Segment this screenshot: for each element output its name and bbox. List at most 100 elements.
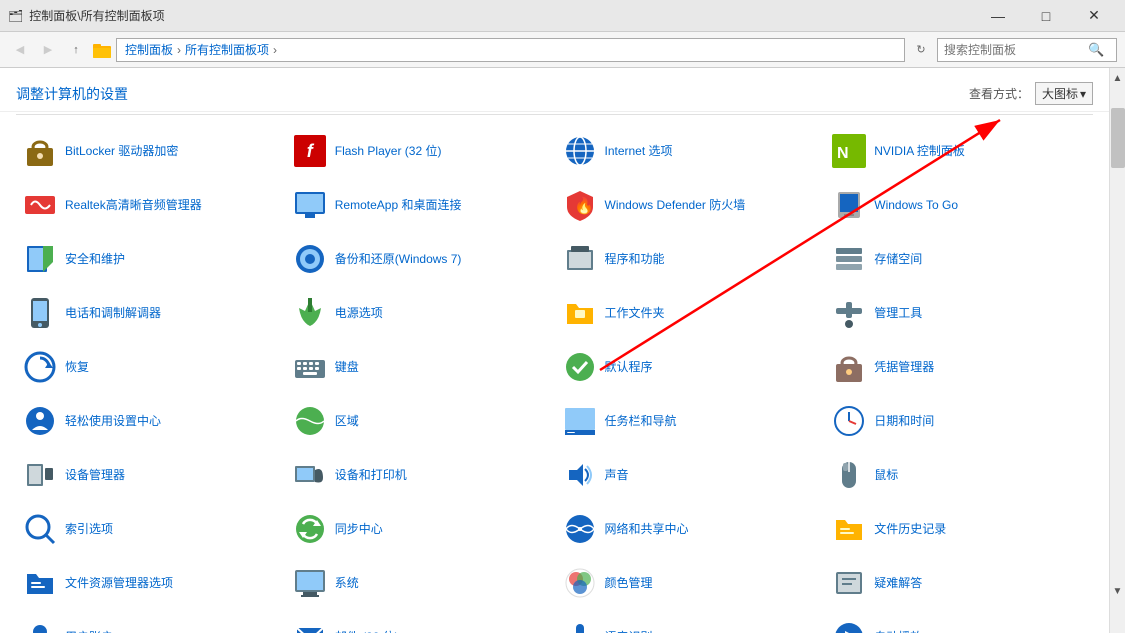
speech-label: 语音识别	[605, 629, 653, 633]
title-bar: 🗂 控制面板\所有控制面板项 — □ ✕	[0, 0, 1125, 32]
back-button[interactable]: ◀	[8, 38, 32, 62]
control-item-remoteapp[interactable]: RemoteApp 和桌面连接	[286, 179, 554, 231]
close-button[interactable]: ✕	[1071, 0, 1117, 32]
sync-icon	[293, 512, 327, 546]
control-item-defaults[interactable]: 默认程序	[556, 341, 824, 393]
datetime-label: 日期和时间	[874, 413, 934, 430]
control-item-useraccount[interactable]: 用户账户	[16, 611, 284, 633]
control-item-mouse[interactable]: 鼠标	[825, 449, 1093, 501]
nvidia-icon: N	[832, 134, 866, 168]
control-item-taskbar[interactable]: 任务栏和导航	[556, 395, 824, 447]
up-button[interactable]: ↑	[64, 38, 88, 62]
maximize-button[interactable]: □	[1023, 0, 1069, 32]
control-item-power[interactable]: 电源选项	[286, 287, 554, 339]
remoteapp-icon	[293, 188, 327, 222]
storage-label: 存储空间	[874, 251, 922, 268]
control-item-autoplay[interactable]: 自动播放	[825, 611, 1093, 633]
minimize-button[interactable]: —	[975, 0, 1021, 32]
sound-label: 声音	[605, 467, 629, 484]
control-item-storage[interactable]: 存储空间	[825, 233, 1093, 285]
search-input[interactable]	[944, 43, 1084, 57]
recovery-label: 恢复	[65, 359, 89, 376]
content-area: 调整计算机的设置 查看方式： 大图标 ▾ BitLocker 驱动器加密fFla…	[0, 68, 1109, 633]
defaults-icon	[563, 350, 597, 384]
phone-label: 电话和调制解调器	[65, 305, 161, 322]
scroll-thumb[interactable]	[1111, 108, 1125, 168]
color-label: 颜色管理	[605, 575, 653, 592]
control-item-filemanager[interactable]: 文件资源管理器选项	[16, 557, 284, 609]
path-separator-2: ›	[273, 43, 277, 57]
toolbar-divider	[16, 114, 1093, 115]
control-item-realtek[interactable]: Realtek高清晰音频管理器	[16, 179, 284, 231]
scrollbar[interactable]: ▲ ▼	[1109, 68, 1125, 633]
refresh-button[interactable]: ↻	[909, 38, 933, 62]
filehistory-label: 文件历史记录	[874, 521, 946, 538]
mouse-icon	[832, 458, 866, 492]
device-icon	[23, 458, 57, 492]
page-title: 调整计算机的设置	[16, 84, 128, 104]
region-label: 区域	[335, 413, 359, 430]
address-path[interactable]: 控制面板 › 所有控制面板项 ›	[116, 38, 905, 62]
realtek-label: Realtek高清晰音频管理器	[65, 197, 202, 214]
system-icon	[293, 566, 327, 600]
control-item-network[interactable]: 网络和共享中心	[556, 503, 824, 555]
control-item-credentials[interactable]: 凭据管理器	[825, 341, 1093, 393]
control-item-bitlocker[interactable]: BitLocker 驱动器加密	[16, 125, 284, 177]
forward-button[interactable]: ▶	[36, 38, 60, 62]
power-label: 电源选项	[335, 305, 383, 322]
svg-text:🔥: 🔥	[574, 196, 594, 215]
view-mode-arrow: ▾	[1080, 87, 1086, 101]
control-item-index[interactable]: 索引选项	[16, 503, 284, 555]
control-item-speech[interactable]: 语音识别	[556, 611, 824, 633]
control-item-workfolders[interactable]: 工作文件夹	[556, 287, 824, 339]
control-item-sound[interactable]: 声音	[556, 449, 824, 501]
window-icon: 🗂	[8, 9, 23, 23]
control-item-internet[interactable]: Internet 选项	[556, 125, 824, 177]
control-item-troubleshoot[interactable]: 疑难解答	[825, 557, 1093, 609]
address-bar: ◀ ▶ ↑ 控制面板 › 所有控制面板项 › ↻ 🔍	[0, 32, 1125, 68]
ease-label: 轻松使用设置中心	[65, 413, 161, 430]
sound-icon	[563, 458, 597, 492]
security-icon	[23, 242, 57, 276]
scroll-down-button[interactable]: ▼	[1110, 581, 1125, 601]
control-item-region[interactable]: 区域	[286, 395, 554, 447]
control-item-defender[interactable]: 🔥Windows Defender 防火墙	[556, 179, 824, 231]
control-item-system[interactable]: 系统	[286, 557, 554, 609]
control-item-ease[interactable]: 轻松使用设置中心	[16, 395, 284, 447]
autoplay-icon	[832, 620, 866, 633]
control-item-datetime[interactable]: 日期和时间	[825, 395, 1093, 447]
control-item-mail[interactable]: 邮件 (32 位)	[286, 611, 554, 633]
control-item-flash[interactable]: fFlash Player (32 位)	[286, 125, 554, 177]
control-item-backup[interactable]: 备份和还原(Windows 7)	[286, 233, 554, 285]
useraccount-icon	[23, 620, 57, 633]
path-separator-1: ›	[177, 43, 181, 57]
backup-icon	[293, 242, 327, 276]
control-item-admin[interactable]: 管理工具	[825, 287, 1093, 339]
mail-icon	[293, 620, 327, 633]
control-item-devices[interactable]: 设备和打印机	[286, 449, 554, 501]
window-title: 控制面板\所有控制面板项	[29, 7, 164, 24]
filehistory-icon	[832, 512, 866, 546]
control-item-device[interactable]: 设备管理器	[16, 449, 284, 501]
scroll-up-button[interactable]: ▲	[1110, 68, 1125, 88]
control-item-sync[interactable]: 同步中心	[286, 503, 554, 555]
control-item-programs[interactable]: 程序和功能	[556, 233, 824, 285]
troubleshoot-label: 疑难解答	[874, 575, 922, 592]
control-item-color[interactable]: 颜色管理	[556, 557, 824, 609]
control-item-filehistory[interactable]: 文件历史记录	[825, 503, 1093, 555]
programs-icon	[563, 242, 597, 276]
admin-label: 管理工具	[874, 305, 922, 322]
security-label: 安全和维护	[65, 251, 125, 268]
view-mode-button[interactable]: 大图标 ▾	[1035, 82, 1093, 105]
control-item-security[interactable]: 安全和维护	[16, 233, 284, 285]
control-item-recovery[interactable]: 恢复	[16, 341, 284, 393]
control-item-windowstogo[interactable]: Windows To Go	[825, 179, 1093, 231]
bitlocker-label: BitLocker 驱动器加密	[65, 143, 178, 160]
control-item-nvidia[interactable]: NNVIDIA 控制面板	[825, 125, 1093, 177]
control-item-phone[interactable]: 电话和调制解调器	[16, 287, 284, 339]
control-item-keyboard[interactable]: 键盘	[286, 341, 554, 393]
recovery-icon	[23, 350, 57, 384]
ease-icon	[23, 404, 57, 438]
datetime-icon	[832, 404, 866, 438]
sync-label: 同步中心	[335, 521, 383, 538]
